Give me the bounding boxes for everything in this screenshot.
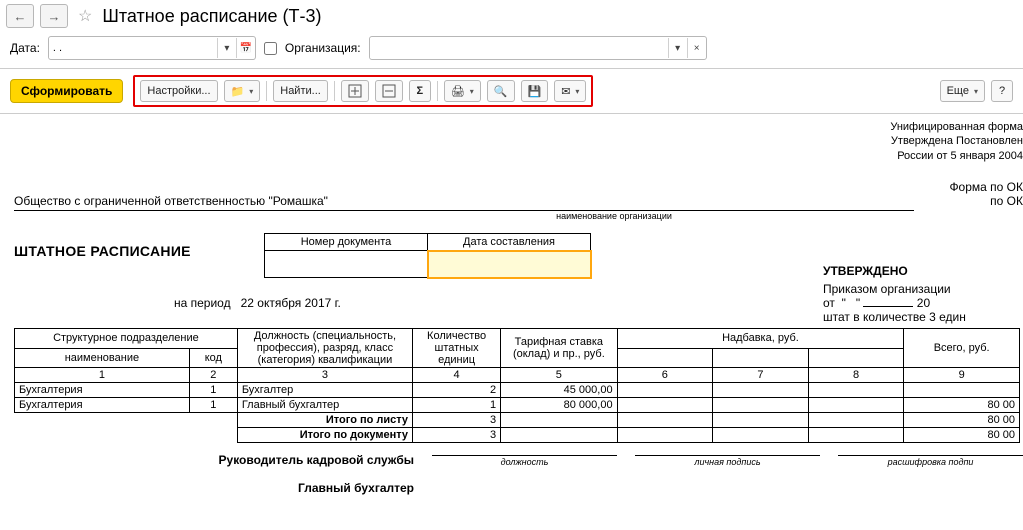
col-allowance: Надбавка, руб. bbox=[617, 329, 904, 349]
send-button[interactable]: ✉▾ bbox=[554, 80, 586, 102]
period-label: на период bbox=[174, 296, 231, 310]
chief-accountant-label: Главный бухгалтер bbox=[14, 481, 414, 495]
org-label: Организация: bbox=[285, 41, 361, 55]
date-label: Дата: bbox=[10, 41, 40, 55]
sigma-icon: Σ bbox=[417, 85, 424, 97]
separator bbox=[334, 81, 335, 101]
form-button[interactable]: Сформировать bbox=[10, 79, 123, 103]
doc-date-cell[interactable] bbox=[428, 251, 591, 278]
totals-sheet-row: Итого по листу 3 80 00 bbox=[15, 413, 1020, 428]
org-combo[interactable]: ▾ × bbox=[369, 36, 707, 60]
expand-groups-button[interactable] bbox=[341, 80, 369, 102]
toolbar: Сформировать Настройки... 📁▾ Найти... Σ … bbox=[0, 69, 1023, 114]
sum-button[interactable]: Σ bbox=[409, 80, 431, 102]
stamp-line: России от 5 января 2004 bbox=[890, 149, 1023, 163]
approved-line2: от " " 20 bbox=[823, 296, 1023, 310]
signature-row-hr: Руководитель кадровой службы должность л… bbox=[14, 453, 1023, 467]
org-checkbox-wrap bbox=[264, 42, 277, 55]
chevron-down-icon: ▾ bbox=[974, 87, 978, 96]
stamp-line: Унифицированная форма bbox=[890, 120, 1023, 134]
preview-icon: 🔍 bbox=[494, 85, 508, 98]
org-clear-icon[interactable]: × bbox=[687, 38, 706, 58]
separator bbox=[437, 81, 438, 101]
sign-position-slot: должность bbox=[432, 455, 617, 467]
approved-header: УТВЕРЖДЕНО bbox=[823, 264, 1023, 278]
approved-block: УТВЕРЖДЕНО Приказом организации от " " 2… bbox=[823, 264, 1023, 324]
staffing-table: Структурное подразделение Должность (спе… bbox=[14, 328, 1020, 443]
document-title: ШТАТНОЕ РАСПИСАНИЕ bbox=[14, 243, 244, 259]
page-title: Штатное расписание (Т-3) bbox=[102, 6, 321, 27]
organization-name: Общество с ограниченной ответственностью… bbox=[14, 194, 914, 211]
form-codes: Форма по ОК по ОК bbox=[949, 180, 1023, 208]
allowance-1 bbox=[617, 348, 713, 368]
stamp-line: Утверждена Постановлен bbox=[890, 134, 1023, 148]
title-bar: ← → ☆ Штатное расписание (Т-3) bbox=[0, 0, 1023, 32]
allowance-3 bbox=[808, 348, 904, 368]
save-icon: 💾 bbox=[528, 85, 542, 98]
mail-icon: ✉ bbox=[561, 85, 570, 98]
save-button[interactable]: 💾 bbox=[521, 80, 549, 102]
back-button[interactable]: ← bbox=[6, 4, 34, 28]
totals-doc-row: Итого по документу 3 80 00 bbox=[15, 428, 1020, 443]
approved-line1: Приказом организации bbox=[823, 282, 1023, 296]
chevron-down-icon: ▾ bbox=[470, 87, 474, 96]
calendar-icon[interactable]: 📅 bbox=[236, 38, 255, 58]
expand-icon bbox=[348, 84, 362, 98]
collapse-groups-button[interactable] bbox=[375, 80, 403, 102]
find-button[interactable]: Найти... bbox=[273, 80, 328, 102]
chevron-down-icon: ▾ bbox=[249, 87, 253, 96]
form-stamp: Унифицированная форма Утверждена Постано… bbox=[890, 120, 1023, 163]
date-dropdown-icon[interactable]: ▾ bbox=[217, 38, 236, 58]
okpo-label: по ОК bbox=[949, 194, 1023, 208]
chevron-down-icon: ▾ bbox=[575, 87, 579, 96]
highlighted-toolbar-group: Настройки... 📁▾ Найти... Σ 🖨▾ 🔍 💾 ✉▾ bbox=[133, 75, 593, 107]
doc-number-cell[interactable] bbox=[265, 251, 428, 278]
folder-icon: 📁 bbox=[231, 85, 245, 98]
table-row[interactable]: Бухгалтерия 1 Главный бухгалтер 1 80 000… bbox=[15, 398, 1020, 413]
sign-fullname-slot: расшифровка подпи bbox=[838, 455, 1023, 467]
preview-button[interactable]: 🔍 bbox=[487, 80, 515, 102]
sub-code: код bbox=[189, 348, 237, 368]
date-input[interactable] bbox=[49, 38, 217, 58]
column-numbers-row: 1 2 3 4 5 6 7 8 9 bbox=[15, 368, 1020, 383]
okud-label: Форма по ОК bbox=[949, 180, 1023, 194]
doc-number-header: Номер документа bbox=[265, 234, 428, 251]
signature-row-acc: Главный бухгалтер bbox=[14, 481, 1023, 495]
favorite-icon[interactable]: ☆ bbox=[78, 6, 92, 26]
allowance-2 bbox=[713, 348, 809, 368]
document-area: Унифицированная форма Утверждена Постано… bbox=[0, 114, 1023, 505]
col-rate: Тарифная ставка (оклад) и пр., руб. bbox=[501, 329, 617, 368]
doc-date-header: Дата составления bbox=[428, 234, 591, 251]
doc-number-date-table: Номер документа Дата составления bbox=[264, 233, 591, 278]
forward-button[interactable]: → bbox=[40, 4, 68, 28]
variants-button[interactable]: 📁▾ bbox=[224, 80, 261, 102]
org-input[interactable] bbox=[370, 38, 668, 58]
period-value: 22 октября 2017 г. bbox=[241, 296, 341, 310]
settings-button[interactable]: Настройки... bbox=[140, 80, 217, 102]
filter-bar: Дата: ▾ 📅 Организация: ▾ × bbox=[0, 32, 1023, 69]
toolbar-right: Еще▾ ? bbox=[940, 80, 1013, 102]
sub-name: наименование bbox=[15, 348, 190, 368]
org-checkbox[interactable] bbox=[264, 42, 277, 55]
sign-signature-slot: личная подпись bbox=[635, 455, 820, 467]
print-icon: 🖨 bbox=[451, 85, 465, 98]
hr-head-label: Руководитель кадровой службы bbox=[14, 453, 414, 467]
col-position: Должность (специальность, профессия), ра… bbox=[237, 329, 412, 368]
col-units: Количество штатных единиц bbox=[413, 329, 501, 368]
col-subdivision: Структурное подразделение bbox=[15, 329, 238, 349]
table-row[interactable]: Бухгалтерия 1 Бухгалтер 2 45 000,00 bbox=[15, 383, 1020, 398]
collapse-icon bbox=[382, 84, 396, 98]
organization-caption: наименование организации bbox=[314, 211, 914, 221]
more-button[interactable]: Еще▾ bbox=[940, 80, 985, 102]
org-dropdown-icon[interactable]: ▾ bbox=[668, 38, 687, 58]
col-total: Всего, руб. bbox=[904, 329, 1020, 368]
separator bbox=[266, 81, 267, 101]
print-button[interactable]: 🖨▾ bbox=[444, 80, 481, 102]
help-button[interactable]: ? bbox=[991, 80, 1013, 102]
approved-staff: штат в количестве 3 един bbox=[823, 310, 1023, 324]
date-combo[interactable]: ▾ 📅 bbox=[48, 36, 256, 60]
